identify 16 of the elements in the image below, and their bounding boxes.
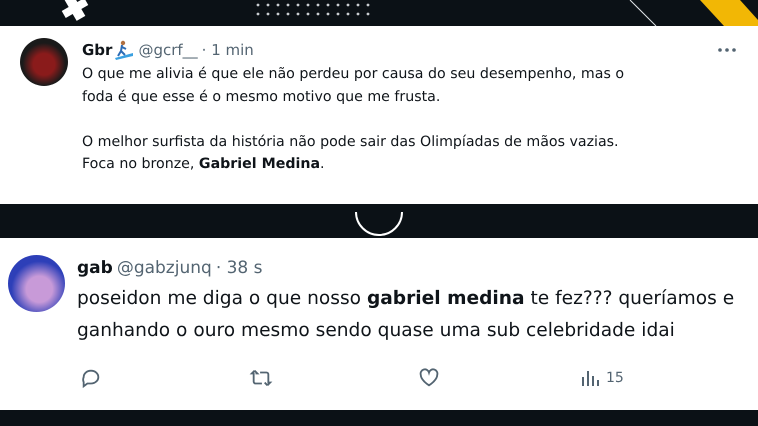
like-icon[interactable]	[418, 367, 440, 389]
views-icon	[580, 368, 600, 388]
retweet-icon[interactable]	[249, 367, 273, 389]
user-handle[interactable]: @gabzjunq	[116, 258, 212, 278]
user-name[interactable]: gab	[77, 258, 113, 278]
timestamp[interactable]: · 1 min	[202, 41, 254, 59]
views-button[interactable]: 15	[580, 368, 624, 388]
avatar[interactable]	[20, 38, 68, 86]
ring-icon	[354, 212, 404, 238]
timestamp[interactable]: · 38 s	[216, 258, 263, 278]
user-handle[interactable]: @gcrf__	[138, 41, 198, 59]
tweet-text: O que me alivia é que ele não perdeu por causa do seu desempenho, mas o foda é que esse é o mesmo motivo que me frusta. O melhor surfista da história não pode sair das Olimpíadas de mãos vazias. Foca no bronze, Gabriel Medina.	[82, 65, 626, 174]
more-icon[interactable]	[718, 48, 736, 52]
tweet-text: poseidon me diga o que nosso gabriel medina te fez??? queríamos e ganhando o ouro mesmo sendo quase uma sub celebridade idai	[77, 287, 736, 343]
reply-icon[interactable]	[80, 367, 102, 389]
user-name[interactable]: Gbr	[82, 41, 112, 59]
